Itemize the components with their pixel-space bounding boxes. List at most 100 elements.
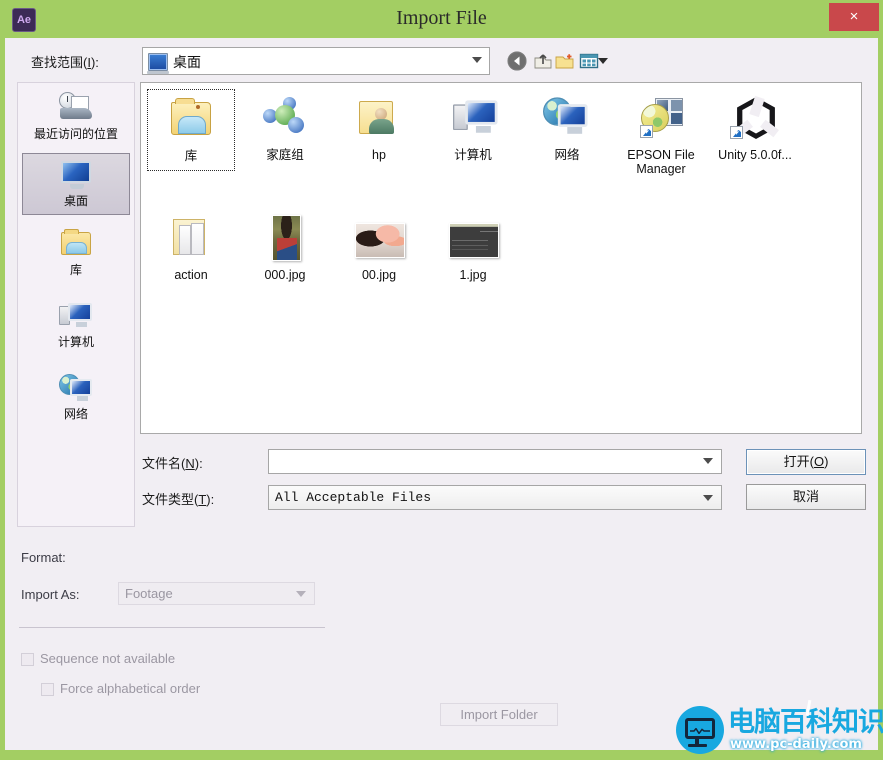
file-item-label: 库 xyxy=(184,149,198,163)
checkbox-label: Sequence not available xyxy=(40,651,176,666)
sidebar-item-desktop[interactable]: 桌面 xyxy=(22,153,130,215)
sidebar-item-library[interactable]: 库 xyxy=(22,223,130,285)
file-item-label: Unity 5.0.0f... xyxy=(718,148,792,162)
import-as-label: Import As: xyxy=(21,587,80,602)
plain-folder-icon xyxy=(163,213,219,265)
file-item-000-jpg[interactable]: 000.jpg xyxy=(241,209,329,291)
homegroup-icon xyxy=(257,93,313,145)
chevron-down-icon xyxy=(296,591,306,597)
open-button-suffix: ) xyxy=(824,454,829,469)
waveform-icon xyxy=(690,728,710,734)
format-label: Format: xyxy=(21,550,66,565)
desktop-icon xyxy=(56,158,96,192)
open-button-prefix: 打开( xyxy=(783,454,814,469)
back-icon[interactable] xyxy=(506,50,528,72)
up-folder-icon[interactable] xyxy=(532,50,554,72)
path-combobox[interactable]: 桌面 xyxy=(142,47,490,75)
look-in-label-suffix: ): xyxy=(90,55,99,70)
file-item-label: 家庭组 xyxy=(266,148,304,162)
file-type-label: 文件类型(T): xyxy=(142,489,214,508)
monitor-icon xyxy=(685,718,715,739)
file-item-label: 1.jpg xyxy=(459,268,487,282)
file-item-hp[interactable]: hp xyxy=(335,89,423,171)
shortcut-overlay-icon xyxy=(640,125,653,138)
file-item-network[interactable]: 网络 xyxy=(523,89,611,171)
window-frame: Ae Import File × 查找范围(I): 桌面 最近访问的位置 桌面 … xyxy=(0,0,883,760)
watermark-url: www.pc-daily.com xyxy=(730,737,862,752)
import-folder-button[interactable]: Import Folder xyxy=(440,703,558,726)
watermark-badge xyxy=(676,706,724,754)
epson-file-manager-shortcut-icon xyxy=(633,93,689,145)
file-item-label: 网络 xyxy=(554,148,580,162)
image-thumbnail-portrait xyxy=(257,213,313,265)
desktop-icon xyxy=(147,53,169,74)
file-item-00-jpg[interactable]: 00.jpg xyxy=(335,209,423,291)
file-list-panel[interactable]: 库 家庭组 hp 计算机 网络 EPSON File Manager Unity… xyxy=(140,82,862,434)
sidebar-item-label: 计算机 xyxy=(57,335,94,349)
watermark: 电脑百科知识 www.pc-daily.com xyxy=(676,699,883,754)
network-icon xyxy=(56,371,96,405)
file-item-label: 00.jpg xyxy=(361,268,397,282)
open-button-key: O xyxy=(813,454,825,469)
unity-shortcut-icon xyxy=(727,93,783,145)
file-item-action[interactable]: action xyxy=(147,209,235,291)
image-thumbnail-landscape xyxy=(351,213,407,265)
recent-places-icon xyxy=(56,91,96,125)
sidebar-item-label: 网络 xyxy=(63,407,88,421)
sidebar-item-label: 桌面 xyxy=(63,194,88,208)
library-folder-icon xyxy=(56,227,96,261)
file-item-label: action xyxy=(174,268,208,282)
file-item-label: 000.jpg xyxy=(264,268,306,282)
import-as-value: Footage xyxy=(125,586,173,601)
file-name-label-suffix: ): xyxy=(194,456,203,471)
shortcut-overlay-icon xyxy=(730,126,743,139)
chevron-down-icon xyxy=(472,57,482,63)
look-in-label: 查找范围(I): xyxy=(31,52,99,71)
file-item-label: EPSON File Manager xyxy=(627,148,695,176)
file-type-label-suffix: ): xyxy=(206,492,215,507)
file-name-label: 文件名(N): xyxy=(142,453,203,472)
sidebar-item-recent-places[interactable]: 最近访问的位置 xyxy=(22,87,130,149)
checkbox-box xyxy=(21,653,34,666)
title-bar: Ae Import File × xyxy=(0,0,883,38)
sidebar-item-network[interactable]: 网络 xyxy=(22,367,130,429)
file-item-label: hp xyxy=(372,148,386,162)
file-name-label-key: N xyxy=(185,456,195,471)
view-mode-icon[interactable] xyxy=(578,50,600,72)
file-item-computer[interactable]: 计算机 xyxy=(429,89,517,171)
checkbox-label: Force alphabetical order xyxy=(60,681,201,696)
computer-icon xyxy=(56,299,96,333)
file-type-value: All Acceptable Files xyxy=(275,490,432,505)
new-folder-icon[interactable] xyxy=(554,50,576,72)
import-as-combobox[interactable]: Footage xyxy=(118,582,315,605)
file-item-unity[interactable]: Unity 5.0.0f... xyxy=(711,89,799,171)
file-item-label: 计算机 xyxy=(454,148,492,162)
open-button[interactable]: 打开(O) xyxy=(746,449,866,475)
chevron-down-icon xyxy=(703,495,713,501)
file-item-epson-file-manager[interactable]: EPSON File Manager xyxy=(617,89,705,176)
view-mode-chevron-down-icon[interactable] xyxy=(598,58,608,64)
sidebar-item-computer[interactable]: 计算机 xyxy=(22,295,130,357)
section-divider xyxy=(19,627,325,628)
file-item-homegroup[interactable]: 家庭组 xyxy=(241,89,329,171)
close-button[interactable]: × xyxy=(829,3,879,31)
monitor-base xyxy=(688,744,707,747)
network-icon xyxy=(539,93,595,145)
image-thumbnail-screenshot xyxy=(445,213,501,265)
cancel-button[interactable]: 取消 xyxy=(746,484,866,510)
file-name-label-prefix: 文件名( xyxy=(142,456,186,471)
window-title: Import File xyxy=(396,7,487,29)
look-in-label-prefix: 查找范围( xyxy=(31,55,88,70)
file-item-library[interactable]: 库 xyxy=(147,89,235,171)
file-name-chevron-down-icon[interactable] xyxy=(703,458,713,464)
checkbox-box xyxy=(41,683,54,696)
sidebar-item-label: 库 xyxy=(69,263,82,277)
file-type-combobox[interactable]: All Acceptable Files xyxy=(268,485,722,510)
places-bar: 最近访问的位置 桌面 库 计算机 网络 xyxy=(17,82,135,527)
file-type-label-prefix: 文件类型( xyxy=(142,492,199,507)
library-folder-icon xyxy=(163,94,219,146)
file-name-input[interactable] xyxy=(268,449,722,474)
user-folder-icon xyxy=(351,93,407,145)
file-item-1-jpg[interactable]: 1.jpg xyxy=(429,209,517,291)
sidebar-item-label: 最近访问的位置 xyxy=(33,127,118,141)
